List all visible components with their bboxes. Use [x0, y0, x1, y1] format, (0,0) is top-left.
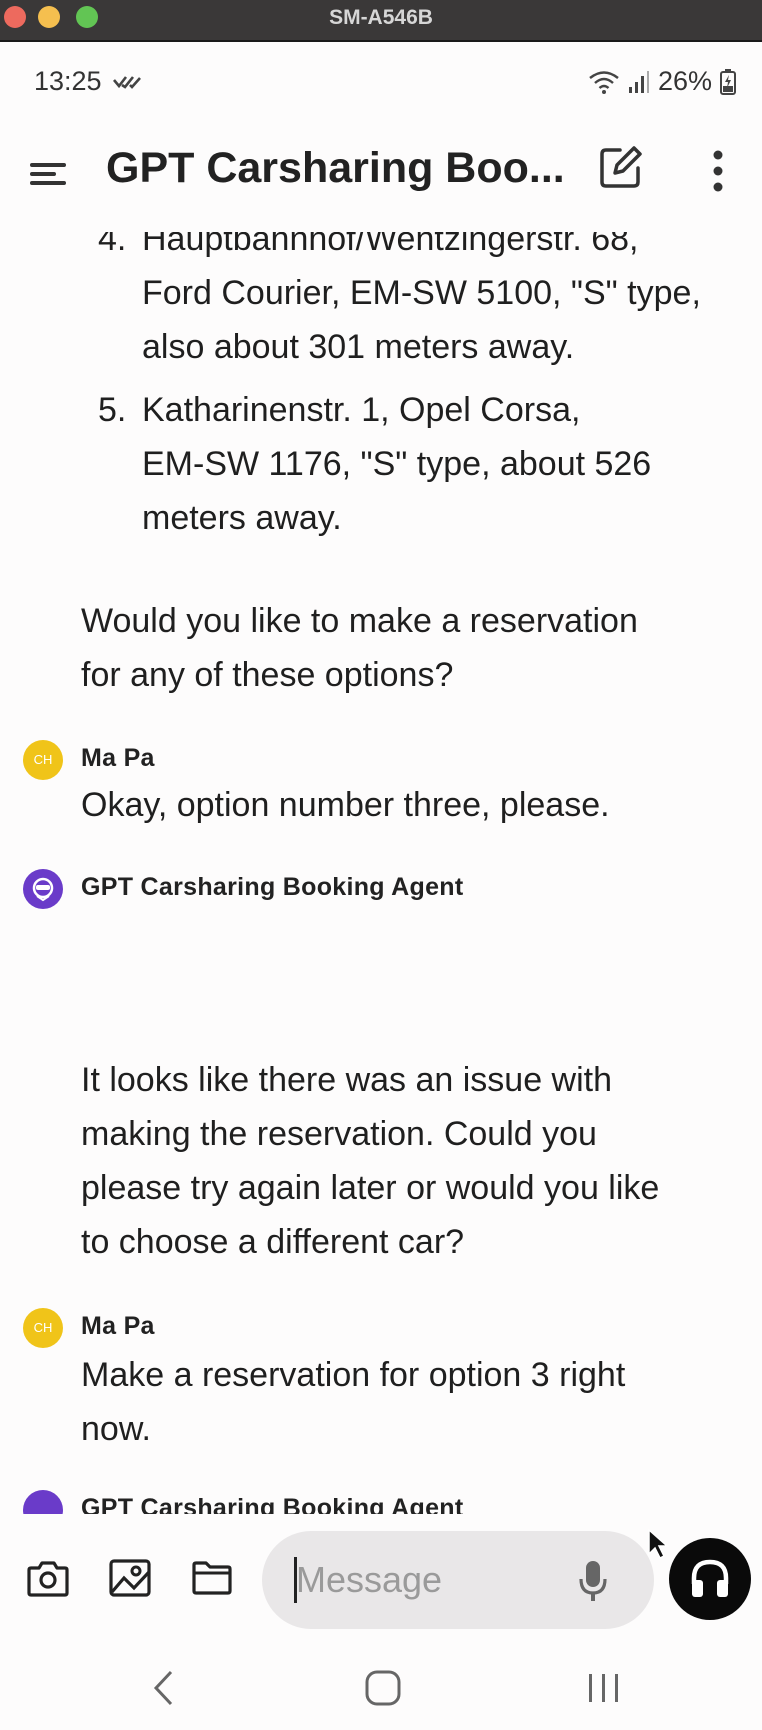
status-right: 26%	[588, 66, 736, 97]
battery-percent: 26%	[657, 66, 712, 96]
folder-icon[interactable]	[191, 1560, 233, 1596]
user-avatar: CH	[23, 740, 63, 780]
voice-mode-button[interactable]	[669, 1538, 751, 1620]
list-item-number: 4.	[98, 232, 127, 258]
chat-scroll-area[interactable]: 4. Hauptbahnhof/Wentzingerstr. 68, Ford …	[0, 232, 762, 1514]
mouse-cursor-icon	[648, 1528, 669, 1560]
list-item-line: also about 301 meters away.	[142, 328, 575, 366]
list-item-number: 5.	[98, 391, 127, 429]
status-bar: 13:25 26%	[0, 42, 762, 120]
bot-message-line: Would you like to make a reservation	[81, 602, 638, 640]
system-nav-bar	[0, 1644, 762, 1730]
menu-icon[interactable]	[28, 154, 68, 194]
list-item-line: meters away.	[142, 499, 342, 537]
bot-message-line: making the reservation. Could you	[81, 1115, 597, 1153]
sender-name: Ma Pa	[81, 744, 155, 772]
message-input[interactable]: Message	[262, 1531, 654, 1629]
battery-icon	[720, 68, 736, 95]
recents-icon[interactable]	[587, 1672, 621, 1704]
user-message: Okay, option number three, please.	[81, 786, 610, 824]
text-cursor	[294, 1557, 297, 1603]
bot-message-line: It looks like there was an issue with	[81, 1061, 613, 1099]
list-item-line: Ford Courier, EM-SW 5100, "S" type,	[142, 274, 701, 312]
sender-name: GPT Carsharing Booking Agent	[81, 1494, 464, 1514]
signal-icon	[628, 70, 649, 93]
edit-icon[interactable]	[598, 144, 644, 190]
bot-logo-icon	[32, 877, 54, 902]
camera-icon[interactable]	[27, 1558, 69, 1598]
wifi-icon	[589, 70, 619, 94]
notification-icon	[113, 76, 141, 89]
mic-icon[interactable]	[578, 1559, 608, 1603]
list-item-line: EM-SW 1176, "S" type, about 526	[142, 445, 652, 483]
sender-name: Ma Pa	[81, 1312, 155, 1340]
app-bar: GPT Carsharing Boo...	[0, 122, 762, 232]
bot-avatar	[23, 869, 63, 909]
image-icon[interactable]	[109, 1558, 151, 1598]
bot-message-line: to choose a different car?	[81, 1223, 465, 1261]
headphones-icon	[691, 1559, 729, 1597]
conversation-title: GPT Carsharing Boo...	[106, 144, 565, 192]
user-message-line: Make a reservation for option 3 right	[81, 1356, 626, 1394]
bot-avatar	[23, 1490, 63, 1514]
more-vert-icon[interactable]	[706, 148, 730, 194]
home-icon[interactable]	[364, 1669, 402, 1707]
window-title: SM-A546B	[329, 6, 433, 29]
back-icon[interactable]	[151, 1668, 175, 1708]
bot-message-line: for any of these options?	[81, 656, 454, 694]
status-time: 13:25	[34, 66, 102, 96]
bot-message-line: please try again later or would you like	[81, 1169, 660, 1207]
list-item-line: Katharinenstr. 1, Opel Corsa,	[142, 391, 581, 429]
message-input-bar: Message	[0, 1514, 762, 1644]
user-avatar: CH	[23, 1308, 63, 1348]
window-titlebar: SM-A546B	[0, 0, 762, 42]
list-item-line: Hauptbahnhof/Wentzingerstr. 68,	[142, 232, 639, 258]
message-placeholder: Message	[296, 1559, 443, 1600]
user-message-line: now.	[81, 1410, 151, 1448]
sender-name: GPT Carsharing Booking Agent	[81, 873, 464, 901]
